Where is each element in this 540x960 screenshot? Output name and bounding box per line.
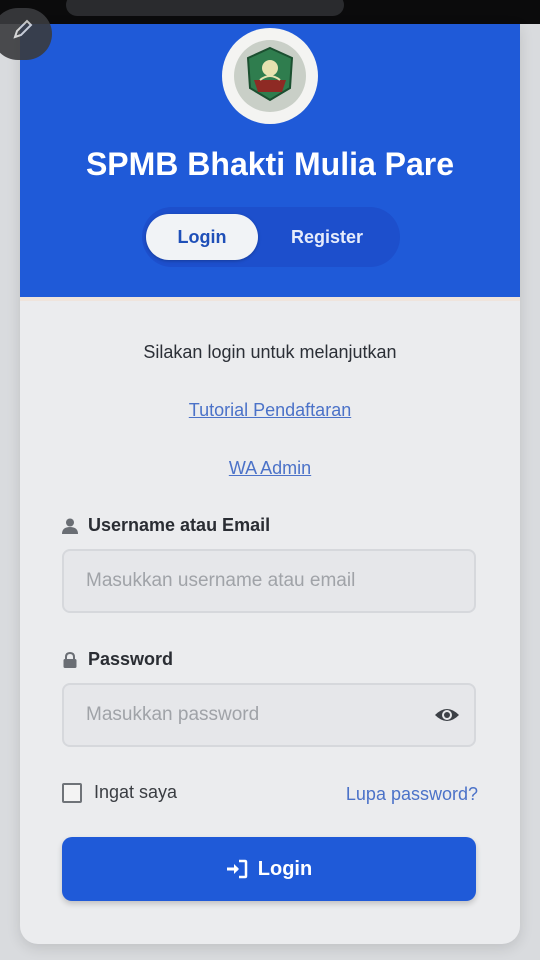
username-label-text: Username atau Email xyxy=(88,515,271,535)
lock-icon xyxy=(62,651,78,668)
remember-label: Ingat saya xyxy=(94,782,178,802)
auth-toggle: Login Register xyxy=(142,207,400,267)
eye-icon[interactable] xyxy=(434,705,460,730)
app-title: SPMB Bhakti Mulia Pare xyxy=(85,146,455,182)
system-top-bar xyxy=(0,0,540,24)
address-pill xyxy=(66,0,344,16)
password-field[interactable] xyxy=(62,683,476,747)
remember-me[interactable]: Ingat saya xyxy=(62,782,177,803)
school-logo xyxy=(222,28,318,124)
username-label: Username atau Email xyxy=(62,515,270,536)
tab-login[interactable]: Login xyxy=(146,214,258,260)
password-label: Password xyxy=(62,649,173,670)
pencil-icon xyxy=(13,19,33,39)
login-button-label: Login xyxy=(257,857,313,880)
password-label-text: Password xyxy=(88,649,174,669)
user-icon xyxy=(62,518,78,534)
username-input[interactable] xyxy=(86,570,416,592)
login-button[interactable]: Login xyxy=(62,837,476,901)
login-instruction: Silakan login untuk melanjutkan xyxy=(143,342,397,362)
forgot-password-link[interactable]: Lupa password? xyxy=(346,784,478,805)
tab-register[interactable]: Register xyxy=(272,214,382,260)
header-divider xyxy=(20,297,520,301)
username-field[interactable] xyxy=(62,549,476,613)
wa-admin-link[interactable]: WA Admin xyxy=(20,458,520,479)
card-header: SPMB Bhakti Mulia Pare Login Register xyxy=(20,24,520,297)
edit-floating-button[interactable] xyxy=(0,8,52,60)
password-input[interactable] xyxy=(86,704,416,726)
login-card: SPMB Bhakti Mulia Pare Login Register Si… xyxy=(20,24,520,944)
remember-checkbox[interactable] xyxy=(62,782,82,803)
sign-in-icon xyxy=(226,859,248,879)
tutorial-link[interactable]: Tutorial Pendaftaran xyxy=(20,400,520,421)
